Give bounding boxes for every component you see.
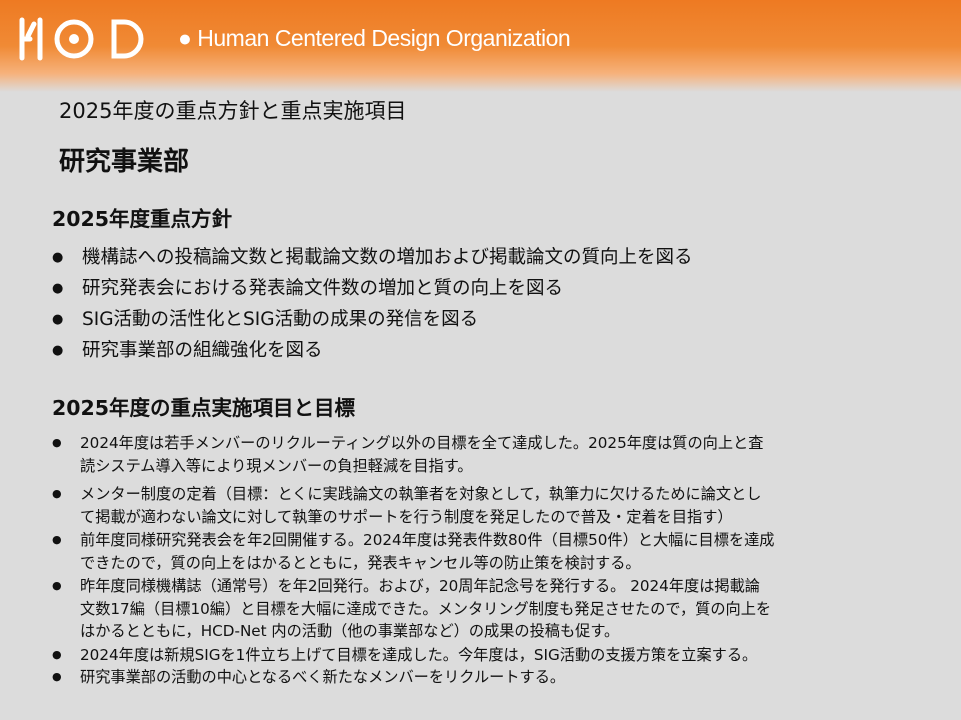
policies-heading: 2025年度重点方針 xyxy=(52,207,233,231)
list-item: 研究発表会における発表論文件数の増加と質の向上を図る xyxy=(52,273,693,304)
list-item: メンター制度の定着（目標：とくに実践論文の執筆者を対象として，執筆力に欠けるため… xyxy=(52,483,932,528)
page-title: 研究事業部 xyxy=(59,147,190,177)
list-item-line: て掲載が適わない論文に対して執筆のサポートを行う制度を発足したので普及・定着を目… xyxy=(80,507,733,526)
page-subtitle: 2025年度の重点方針と重点実施項目 xyxy=(59,99,407,123)
list-item: 2024年度は若手メンバーのリクルーティング以外の目標を全て達成した。2025年… xyxy=(52,432,932,477)
list-item-line: メンター制度の定着（目標：とくに実践論文の執筆者を対象として，執筆力に欠けるため… xyxy=(80,485,762,503)
list-item: 昨年度同様機構誌（通常号）を年2回発行。および，20周年記念号を発行する。 20… xyxy=(52,575,932,643)
implementation-heading: 2025年度の重点実施項目と目標 xyxy=(52,396,356,420)
list-item-line: はかるとともに，HCD-Net 内の活動（他の事業部など）の成果の投稿も促す。 xyxy=(80,622,620,640)
list-item: 研究事業部の活動の中心となるべく新たなメンバーをリクルートする。 xyxy=(52,666,932,689)
hcd-logo xyxy=(16,14,166,64)
list-item: SIG活動の活性化とSIG活動の成果の発信を図る xyxy=(52,304,693,335)
list-item-line: できたので，質の向上をはかるとともに，発表キャンセル等の防止策を検討する。 xyxy=(80,553,641,572)
policies-list: 機構誌への投稿論文数と掲載論文数の増加および掲載論文の質向上を図る 研究発表会に… xyxy=(52,242,693,366)
hcd-logo-mark-icon xyxy=(19,17,144,61)
list-item: 研究事業部の組織強化を図る xyxy=(52,335,693,366)
list-item-line: 前年度同様研究発表会を年2回開催する。2024年度は発表件数80件（目標50件）… xyxy=(80,531,775,549)
list-item: 前年度同様研究発表会を年2回開催する。2024年度は発表件数80件（目標50件）… xyxy=(52,529,932,574)
list-item: 機構誌への投稿論文数と掲載論文数の増加および掲載論文の質向上を図る xyxy=(52,242,693,273)
list-item-line: 文数17編（目標10編）と目標を大幅に達成できた。メンタリング制度も発足させたの… xyxy=(80,599,772,618)
list-item-line: 読システム導入等により現メンバーの負担軽減を目指す。 xyxy=(80,456,473,475)
list-item-line: 2024年度は新規SIGを1件立ち上げて目標を達成した。今年度は，SIG活動の支… xyxy=(80,645,758,664)
list-item-line: 2024年度は若手メンバーのリクルーティング以外の目標を全て達成した。2025年… xyxy=(80,434,764,452)
organization-name: ● Human Centered Design Organization xyxy=(178,25,571,51)
header-banner: ● Human Centered Design Organization xyxy=(0,0,961,92)
list-item: 2024年度は新規SIGを1件立ち上げて目標を達成した。今年度は，SIG活動の支… xyxy=(52,644,932,667)
list-item-line: 昨年度同様機構誌（通常号）を年2回発行。および，20周年記念号を発行する。 20… xyxy=(80,577,760,595)
list-item-line: 研究事業部の活動の中心となるべく新たなメンバーをリクルートする。 xyxy=(80,668,566,686)
implementation-list: 2024年度は若手メンバーのリクルーティング以外の目標を全て達成した。2025年… xyxy=(52,432,932,689)
